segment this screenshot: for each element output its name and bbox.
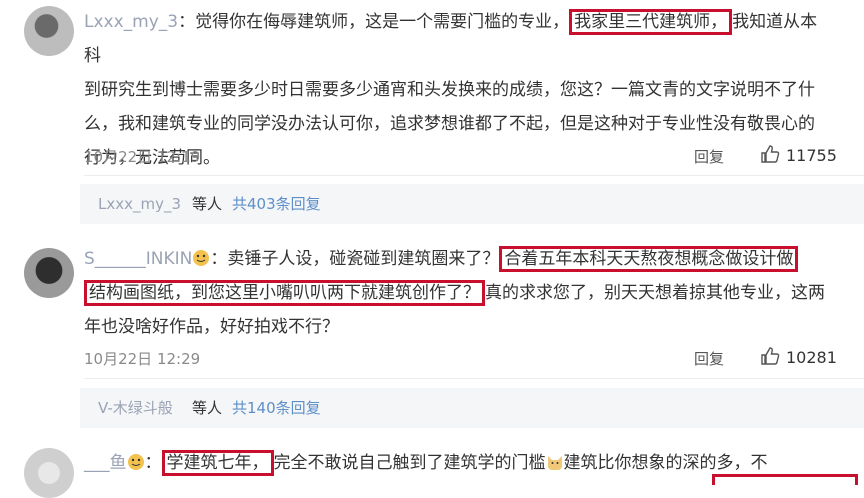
divider — [84, 175, 864, 176]
sub-reply-summary[interactable]: Lxxx_my_3 等人 共403条回复 — [80, 184, 864, 224]
sub-reply-summary[interactable]: V-木绿斗般 等人 共140条回复 — [80, 388, 864, 428]
highlight-box: 合着五年本科天天熬夜想概念做设计做 — [499, 246, 799, 272]
comment-meta: 10月22日 12:29 回复 10281 — [84, 346, 837, 372]
cat-emoji-icon — [547, 456, 562, 470]
comment-meta: 10月22日 12:19 回复 11755 — [84, 144, 837, 170]
avatar[interactable] — [24, 448, 74, 498]
thumbs-up-icon[interactable] — [760, 346, 780, 366]
face-emoji-icon — [193, 250, 210, 266]
sub-reply-user[interactable]: V-木绿斗般 — [98, 388, 173, 428]
reply-button[interactable]: 回复 — [694, 146, 724, 167]
divider — [84, 378, 864, 379]
reply-button[interactable]: 回复 — [694, 348, 724, 369]
comment-text: S______INKIN ：卖锤子人设，碰瓷碰到建筑圈来了？ 合着五年本科天天熬夜想… — [84, 242, 834, 344]
like-count: 10281 — [786, 348, 837, 367]
sub-reply-count-link[interactable]: 共403条回复 — [232, 184, 321, 224]
highlight-box: 学建筑七年， — [161, 450, 274, 476]
highlight-box: 结构画图纸，到您这里小嘴叭叭两下就建筑创作了？ — [84, 280, 485, 306]
sub-reply-count-link[interactable]: 共140条回复 — [232, 388, 321, 428]
avatar[interactable] — [24, 6, 74, 56]
face-emoji-icon — [127, 454, 144, 470]
like-count: 11755 — [786, 146, 837, 165]
sub-reply-user[interactable]: Lxxx_my_3 — [98, 184, 181, 224]
username[interactable]: ___鱼 — [84, 453, 127, 473]
username[interactable]: Lxxx_my_3 — [84, 12, 178, 32]
avatar[interactable] — [24, 248, 74, 298]
thumbs-up-icon[interactable] — [760, 144, 780, 164]
username[interactable]: S______INKIN — [84, 249, 192, 269]
timestamp: 10月22日 12:19 — [84, 148, 201, 166]
timestamp: 10月22日 12:29 — [84, 350, 201, 368]
highlight-box: 我家里三代建筑师， — [569, 9, 733, 35]
